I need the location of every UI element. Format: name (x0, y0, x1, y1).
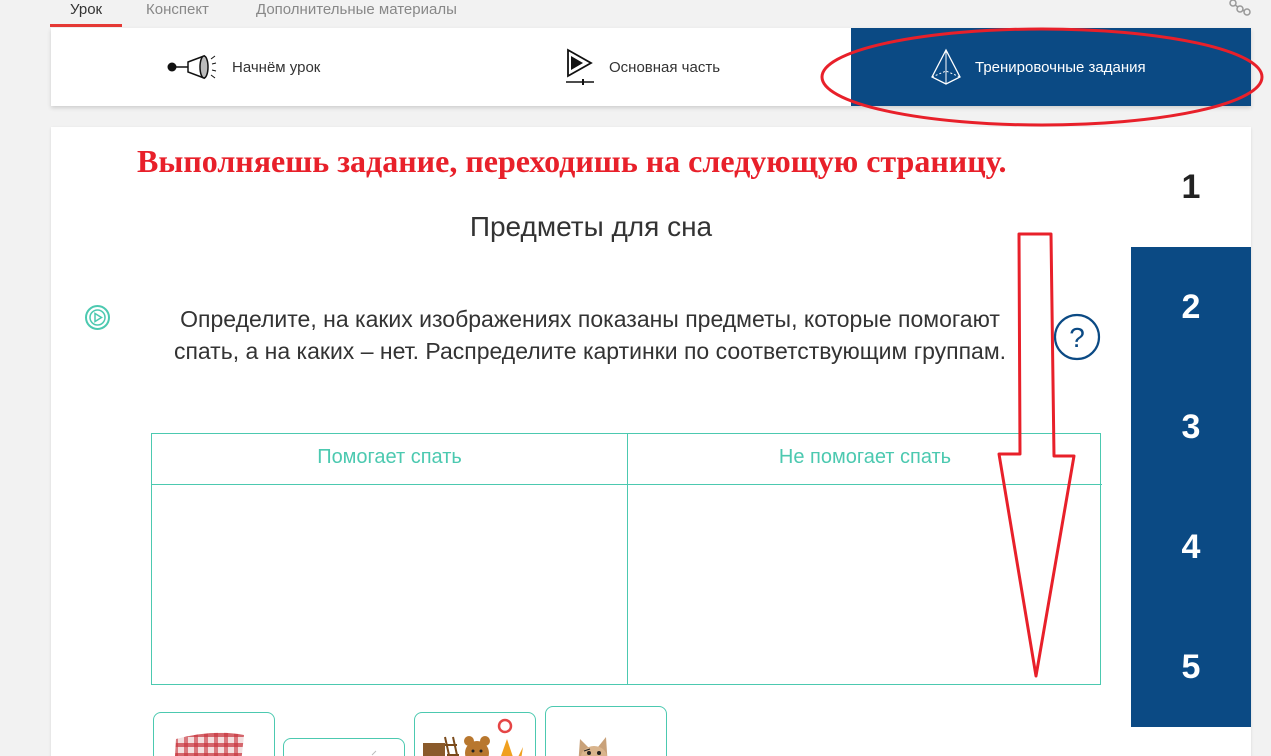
section-label: Начнём урок (232, 58, 321, 76)
tab-lesson[interactable]: Урок (49, 0, 123, 28)
megaphone-icon (166, 52, 220, 82)
task-pager: 1 2 3 4 5 (1131, 127, 1251, 756)
drop-zone-not-helps-sleep[interactable]: Не помогает спать (627, 434, 1102, 684)
page-1[interactable]: 1 (1131, 127, 1251, 247)
blank-card-image (371, 750, 377, 756)
toys-image (423, 718, 523, 756)
picture-card-kitten[interactable] (545, 706, 667, 756)
drop-zone-helps-sleep[interactable]: Помогает спать (152, 434, 627, 684)
kitten-image (578, 737, 608, 756)
picture-card-pillow[interactable] (153, 712, 275, 756)
section-label: Тренировочные задания (975, 58, 1146, 76)
page-4[interactable]: 4 (1131, 487, 1251, 607)
pyramid-icon (929, 47, 963, 87)
picture-card-toys[interactable] (414, 712, 536, 756)
audio-play-icon[interactable] (84, 304, 111, 331)
section-start-lesson[interactable]: Начнём урок (166, 28, 426, 106)
page-5[interactable]: 5 (1131, 607, 1251, 727)
share-icon[interactable] (1228, 0, 1252, 18)
section-training-tasks[interactable]: Тренировочные задания (851, 28, 1251, 106)
lesson-sections-bar: Начнём урок Основная часть Тренировочные… (51, 28, 1251, 106)
page-2[interactable]: 2 (1131, 247, 1251, 367)
sorting-table: Помогает спать Не помогает спать (151, 433, 1102, 685)
annotation-text: Выполняешь задание, переходишь на следую… (137, 143, 1007, 179)
column-header: Не помогает спать (628, 434, 1102, 485)
section-main-part[interactable]: Основная часть (565, 28, 825, 106)
section-label: Основная часть (609, 58, 721, 76)
task-title: Предметы для сна (469, 211, 713, 242)
svg-text:?: ? (1069, 322, 1085, 353)
tab-summary[interactable]: Конспект (146, 0, 209, 28)
picture-card[interactable] (283, 738, 405, 756)
column-header: Помогает спать (152, 434, 627, 485)
task-instruction: Определите, на каких изображениях показа… (173, 306, 1007, 364)
video-play-icon (565, 47, 597, 87)
help-icon[interactable]: ? (1053, 313, 1101, 361)
page-3[interactable]: 3 (1131, 367, 1251, 487)
pillow-image (175, 732, 244, 756)
lesson-tabs: Урок Конспект Дополнительные материалы (0, 0, 1271, 28)
tab-extra-materials[interactable]: Дополнительные материалы (256, 0, 457, 28)
